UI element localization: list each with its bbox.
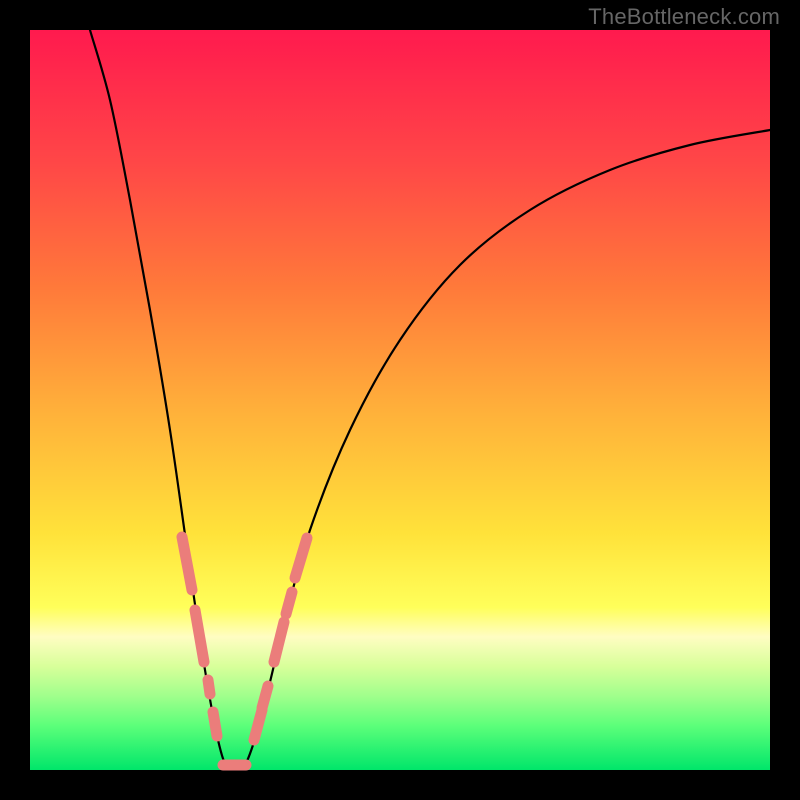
highlight-marker [262, 686, 268, 708]
highlight-marker [254, 710, 262, 740]
highlight-marker [213, 712, 217, 736]
watermark-text: TheBottleneck.com [588, 4, 780, 30]
highlight-marker [182, 537, 192, 590]
highlight-marker [295, 538, 307, 578]
curve-layer [30, 30, 770, 770]
chart-frame: TheBottleneck.com [0, 0, 800, 800]
highlight-marker [274, 622, 284, 662]
highlight-markers [182, 537, 307, 765]
highlight-marker [195, 610, 204, 662]
highlight-marker [286, 592, 292, 614]
highlight-marker [208, 680, 210, 694]
plot-area [30, 30, 770, 770]
bottleneck-curve [90, 30, 770, 771]
